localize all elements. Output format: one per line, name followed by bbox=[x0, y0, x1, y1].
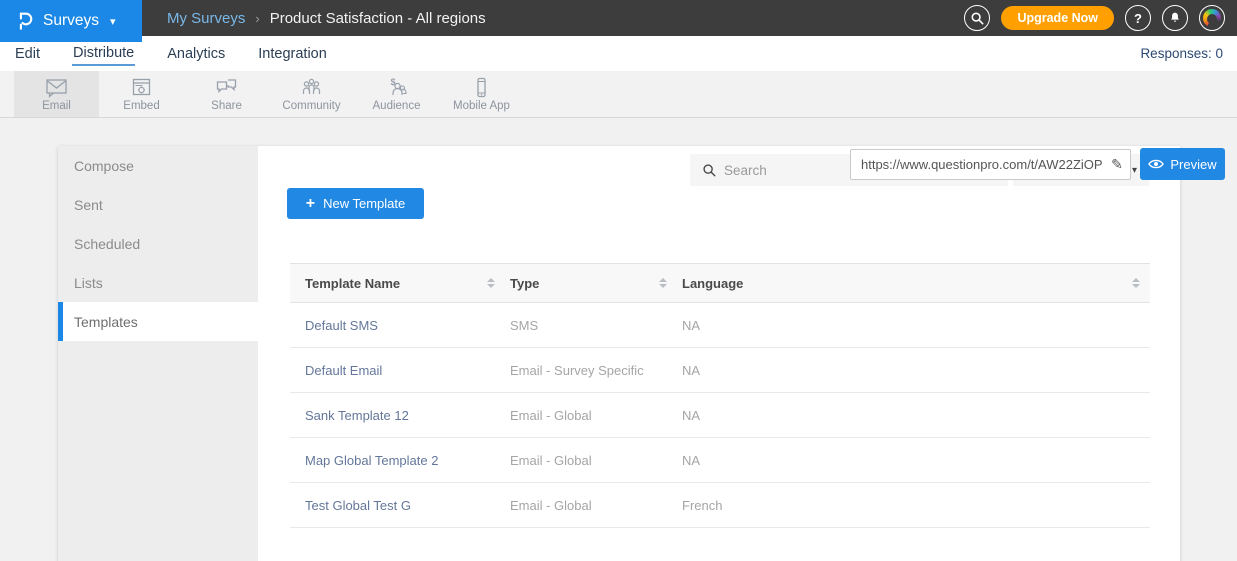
bell-icon bbox=[1168, 11, 1182, 25]
tab-distribute[interactable]: Distribute bbox=[72, 41, 135, 66]
sidebar-item-lists[interactable]: Lists bbox=[58, 263, 258, 302]
table-header-row: Template Name Type Language bbox=[290, 263, 1150, 303]
channel-audience[interactable]: $ Audience bbox=[354, 71, 439, 117]
tab-edit[interactable]: Edit bbox=[14, 42, 41, 65]
channel-label: Audience bbox=[373, 100, 421, 112]
template-name-link[interactable]: Default Email bbox=[305, 363, 382, 378]
template-type: SMS bbox=[510, 318, 538, 333]
channel-community[interactable]: Community bbox=[269, 71, 354, 117]
channel-label: Embed bbox=[123, 100, 159, 112]
channel-mobile-app[interactable]: Mobile App bbox=[439, 71, 524, 117]
col-type: Type bbox=[510, 276, 539, 291]
sidebar-item-sent[interactable]: Sent bbox=[58, 185, 258, 224]
eye-icon bbox=[1148, 158, 1164, 170]
mobile-app-icon bbox=[469, 77, 494, 99]
channel-embed[interactable]: Embed bbox=[99, 71, 184, 117]
preview-label: Preview bbox=[1170, 157, 1216, 172]
survey-tabs: Edit Distribute Analytics Integration Re… bbox=[0, 36, 1237, 71]
col-language: Language bbox=[682, 276, 743, 291]
sort-icon[interactable] bbox=[659, 278, 667, 288]
chevron-down-icon: ▾ bbox=[110, 15, 116, 28]
community-icon bbox=[299, 77, 324, 99]
avatar bbox=[1203, 9, 1221, 27]
search-icon bbox=[970, 11, 984, 25]
new-template-label: New Template bbox=[323, 196, 405, 211]
template-language: NA bbox=[682, 318, 700, 333]
sidebar-item-compose[interactable]: Compose bbox=[58, 146, 258, 185]
search-icon bbox=[702, 163, 716, 177]
templates-table: Template Name Type Language Default SMS … bbox=[290, 263, 1150, 528]
channel-share[interactable]: Share bbox=[184, 71, 269, 117]
breadcrumb: My Surveys › Product Satisfaction - All … bbox=[167, 0, 486, 36]
col-template-name: Template Name bbox=[305, 276, 400, 291]
channel-label: Mobile App bbox=[453, 100, 510, 112]
template-language: NA bbox=[682, 453, 700, 468]
sidebar-item-templates[interactable]: Templates bbox=[58, 302, 258, 341]
product-name: Surveys bbox=[43, 12, 99, 30]
account-menu-button[interactable] bbox=[1199, 5, 1225, 31]
table-row: Default SMS SMS NA bbox=[290, 303, 1150, 348]
distribute-toolbar: Email Embed bbox=[0, 71, 1237, 118]
breadcrumb-separator: › bbox=[255, 11, 259, 26]
sort-icon[interactable] bbox=[487, 278, 495, 288]
help-button[interactable]: ? bbox=[1125, 5, 1151, 31]
table-row: Default Email Email - Survey Specific NA bbox=[290, 348, 1150, 393]
chevron-down-icon: ▾ bbox=[1132, 165, 1137, 176]
topbar-actions: Upgrade Now ? bbox=[964, 0, 1225, 36]
table-row: Map Global Template 2 Email - Global NA bbox=[290, 438, 1150, 483]
responses-count[interactable]: Responses: 0 bbox=[1140, 36, 1223, 71]
table-row: Sank Template 12 Email - Global NA bbox=[290, 393, 1150, 438]
tab-analytics[interactable]: Analytics bbox=[166, 42, 226, 65]
template-type: Email - Global bbox=[510, 408, 592, 423]
tab-integration[interactable]: Integration bbox=[257, 42, 328, 65]
email-panel-card: Compose Sent Scheduled Lists Templates A… bbox=[58, 146, 1180, 561]
preview-button[interactable]: Preview bbox=[1140, 148, 1225, 180]
template-language: NA bbox=[682, 363, 700, 378]
share-icon bbox=[214, 77, 239, 99]
template-type: Email - Survey Specific bbox=[510, 363, 644, 378]
global-search-button[interactable] bbox=[964, 5, 990, 31]
email-icon bbox=[44, 77, 69, 99]
audience-icon: $ bbox=[384, 77, 409, 99]
templates-main: All ▾ + New Template Template Name Type bbox=[258, 146, 1180, 561]
question-mark-icon: ? bbox=[1134, 11, 1142, 26]
upgrade-now-button[interactable]: Upgrade Now bbox=[1001, 6, 1114, 30]
sidebar-item-scheduled[interactable]: Scheduled bbox=[58, 224, 258, 263]
edit-url-pencil-icon[interactable]: ✎ bbox=[1104, 156, 1130, 173]
channel-label: Share bbox=[211, 100, 242, 112]
template-language: NA bbox=[682, 408, 700, 423]
embed-icon bbox=[129, 77, 154, 99]
channel-label: Community bbox=[282, 100, 340, 112]
top-bar: My Surveys › Product Satisfaction - All … bbox=[0, 0, 1237, 36]
template-name-link[interactable]: Sank Template 12 bbox=[305, 408, 409, 423]
channel-list: Email Embed bbox=[14, 71, 524, 117]
sort-icon[interactable] bbox=[1132, 278, 1140, 288]
survey-url-input[interactable] bbox=[851, 157, 1104, 172]
table-row: Test Global Test G Email - Global French bbox=[290, 483, 1150, 528]
template-name-link[interactable]: Test Global Test G bbox=[305, 498, 411, 513]
channel-email[interactable]: Email bbox=[14, 71, 99, 117]
email-sidebar: Compose Sent Scheduled Lists Templates bbox=[58, 146, 258, 561]
template-name-link[interactable]: Default SMS bbox=[305, 318, 378, 333]
breadcrumb-my-surveys[interactable]: My Surveys bbox=[167, 10, 245, 27]
survey-url-box: ✎ bbox=[850, 149, 1131, 180]
template-language: French bbox=[682, 498, 722, 513]
new-template-button[interactable]: + New Template bbox=[287, 188, 424, 219]
plus-icon: + bbox=[306, 196, 315, 212]
template-type: Email - Global bbox=[510, 453, 592, 468]
template-type: Email - Global bbox=[510, 498, 592, 513]
product-switcher[interactable]: Surveys ▾ bbox=[0, 0, 142, 42]
channel-label: Email bbox=[42, 100, 71, 112]
questionpro-logo-icon bbox=[16, 10, 34, 32]
page-title: Product Satisfaction - All regions bbox=[270, 10, 486, 27]
template-name-link[interactable]: Map Global Template 2 bbox=[305, 453, 438, 468]
notifications-button[interactable] bbox=[1162, 5, 1188, 31]
app-screen: My Surveys › Product Satisfaction - All … bbox=[0, 0, 1237, 561]
